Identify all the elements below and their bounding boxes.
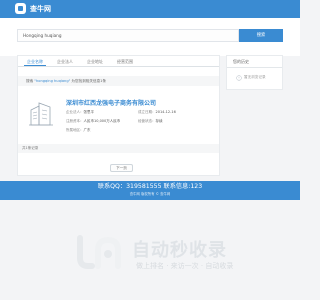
legal-person-info: 企业法人：张思平 bbox=[66, 110, 94, 115]
founding-date-info: 成立日期：2014-12-16 bbox=[138, 110, 176, 115]
business-status-label: 经营状态： bbox=[138, 119, 156, 123]
search-button[interactable]: 搜索 bbox=[239, 29, 283, 42]
founding-date-label: 成立日期： bbox=[138, 110, 156, 114]
legal-person-label: 企业法人： bbox=[66, 110, 84, 114]
empty-history-icon bbox=[236, 75, 242, 81]
registered-capital-label: 注册资本： bbox=[66, 119, 84, 123]
registered-capital-value: 人民币10,000万人民币 bbox=[83, 119, 121, 123]
watermark: 自动秒收录 做上排名 · 来访一次 · 自动收录 bbox=[72, 232, 292, 280]
region-value: 广东 bbox=[83, 128, 91, 132]
company-name-link[interactable]: 深圳市红西龙强电子商务有限公司 bbox=[66, 98, 156, 107]
results-card: 企业名称 企业法人 企业地址 经营范围 搜索 "hongqing huqiang… bbox=[17, 55, 220, 176]
search-input[interactable]: Hongqing huqiang bbox=[17, 29, 239, 42]
search-type-tabs: 企业名称 企业法人 企业地址 经营范围 bbox=[18, 56, 219, 67]
next-page-button[interactable]: 下一页 bbox=[110, 164, 133, 172]
tab-company-address[interactable]: 企业地址 bbox=[84, 58, 106, 66]
tab-company-name[interactable]: 企业名称 bbox=[24, 58, 46, 66]
company-building-icon bbox=[29, 102, 53, 126]
watermark-subtitle: 做上排名 · 来访一次 · 自动收录 bbox=[136, 262, 234, 270]
record-count: 共1条记录 bbox=[18, 144, 219, 153]
region-label: 所属地区： bbox=[66, 128, 84, 132]
tab-legal-person[interactable]: 企业法人 bbox=[54, 58, 76, 66]
logo-icon bbox=[15, 3, 26, 14]
site-footer: 联系QQ：319581555 联系信息:123 查牛网 版权所有 © 查牛网 bbox=[0, 181, 300, 200]
history-divider bbox=[227, 67, 282, 68]
watermark-title: 自动秒收录 bbox=[132, 240, 227, 261]
result-suffix: 为您找到相关信息1条 bbox=[71, 79, 107, 83]
result-summary: 搜索 "hongqing huqiang" 为您找到相关信息1条 bbox=[18, 76, 219, 86]
result-keyword: "hongqing huqiang" bbox=[34, 79, 71, 83]
region-info: 所属地区：广东 bbox=[66, 128, 91, 133]
footer-copyright: 查牛网 版权所有 © 查牛网 bbox=[129, 192, 171, 196]
top-bar: 查牛网 bbox=[0, 0, 300, 18]
founding-date-value: 2014-12-16 bbox=[155, 110, 176, 114]
business-status-value: 存续 bbox=[155, 119, 163, 123]
registered-capital-info: 注册资本：人民币10,000万人民币 bbox=[66, 119, 120, 124]
site-logo[interactable]: 查牛网 bbox=[15, 3, 51, 14]
legal-person-value: 张思平 bbox=[83, 110, 95, 114]
footer-contact: 联系QQ：319581555 联系信息:123 bbox=[97, 183, 203, 190]
site-name: 查牛网 bbox=[30, 4, 51, 13]
search-panel: Hongqing huqiang 搜索 bbox=[0, 18, 300, 56]
business-status-info: 经营状态：存续 bbox=[138, 119, 163, 124]
tab-business-scope[interactable]: 经营范围 bbox=[114, 58, 136, 66]
result-prefix: 搜索 bbox=[26, 79, 34, 83]
history-title: 您的历史 bbox=[233, 59, 249, 64]
history-empty-text: 暂无浏览记录 bbox=[244, 75, 266, 79]
history-panel: 您的历史 暂无浏览记录 bbox=[226, 55, 283, 90]
watermark-logo-icon bbox=[77, 235, 121, 269]
